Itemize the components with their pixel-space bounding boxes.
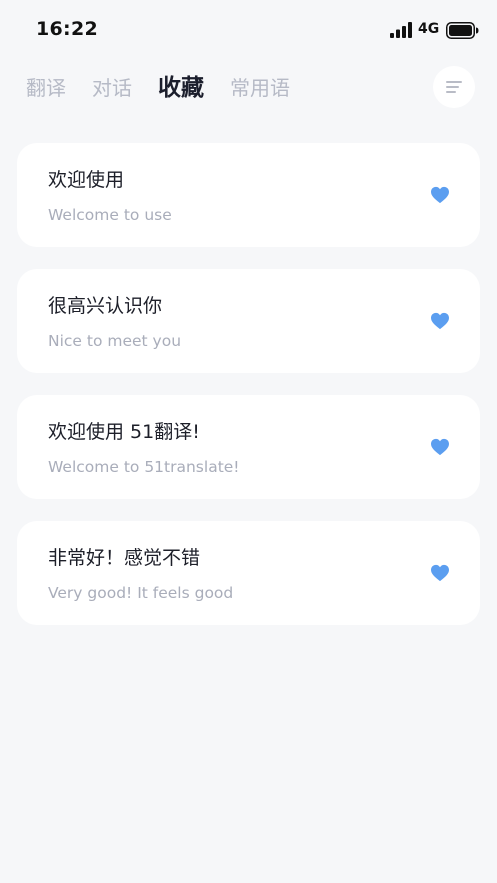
signal-bars-icon	[390, 22, 412, 38]
favorite-card[interactable]: 很高兴认识你 Nice to meet you	[17, 269, 480, 373]
phrase-text: 欢迎使用 51翻译!	[48, 421, 200, 443]
favorite-card[interactable]: 非常好！感觉不错 Very good! It feels good	[17, 521, 480, 625]
heart-filled-icon[interactable]	[430, 186, 450, 204]
battery-icon	[446, 22, 479, 39]
heart-filled-icon[interactable]	[430, 438, 450, 456]
favorite-card[interactable]: 欢迎使用 Welcome to use	[17, 143, 480, 247]
translation-text: Welcome to use	[48, 206, 172, 224]
translation-text: Nice to meet you	[48, 332, 182, 350]
heart-filled-icon[interactable]	[430, 564, 450, 582]
favorite-card[interactable]: 欢迎使用 51翻译! Welcome to 51translate!	[17, 395, 480, 499]
tab-conversation[interactable]: 对话	[92, 72, 132, 104]
status-bar: 16:22 4G	[0, 0, 497, 60]
tab-favorites[interactable]: 收藏	[158, 72, 204, 104]
translation-text: Welcome to 51translate!	[48, 458, 240, 476]
phrase-text: 欢迎使用	[48, 169, 125, 191]
top-tabs: 翻译 对话 收藏 常用语	[26, 72, 316, 106]
translation-text: Very good! It feels good	[48, 584, 234, 602]
tab-common-phrases[interactable]: 常用语	[230, 72, 290, 104]
menu-lines-icon	[446, 81, 462, 93]
menu-button[interactable]	[433, 66, 475, 108]
tab-translate[interactable]: 翻译	[26, 72, 66, 104]
phrase-text: 非常好！感觉不错	[48, 547, 201, 569]
status-time: 16:22	[36, 18, 98, 40]
phrase-text: 很高兴认识你	[48, 295, 163, 317]
favorites-list: 欢迎使用 Welcome to use 很高兴认识你 Nice to meet …	[17, 143, 480, 647]
heart-filled-icon[interactable]	[430, 312, 450, 330]
network-type-label: 4G	[418, 21, 440, 37]
